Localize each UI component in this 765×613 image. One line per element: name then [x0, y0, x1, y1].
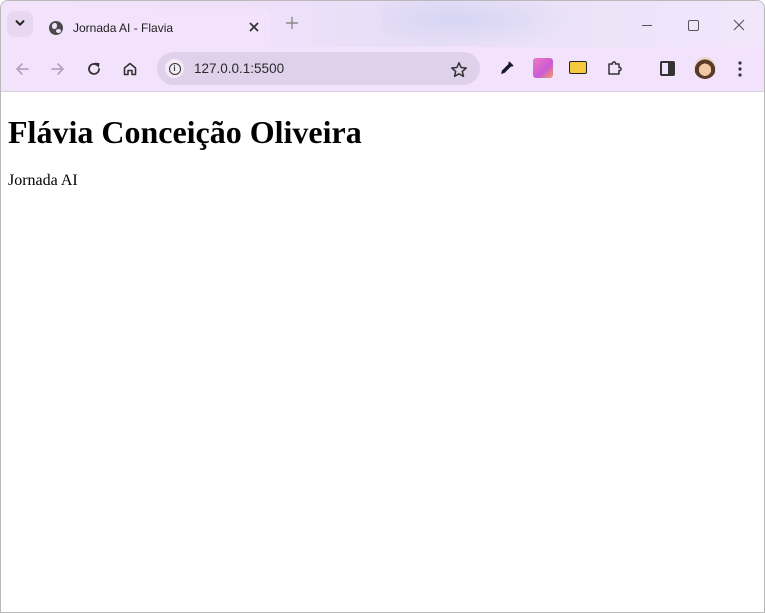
url-text[interactable]: 127.0.0.1:5500 [194, 61, 284, 76]
maximize-button[interactable] [680, 11, 706, 37]
address-bar[interactable]: i 127.0.0.1:5500 [157, 52, 480, 85]
tab-active[interactable]: Jornada AI - Flavia [37, 9, 271, 47]
browser-window: Jornada AI - Flavia i 127.0.0.1:5500 Flá… [0, 0, 765, 613]
plus-icon [285, 16, 299, 30]
new-tab-button[interactable] [282, 14, 302, 34]
eyedropper-extension-button[interactable] [497, 58, 517, 78]
forward-arrow-icon [51, 62, 64, 75]
folder-extension-icon[interactable] [569, 61, 587, 74]
minimize-icon [642, 24, 652, 26]
tab-strip: Jornada AI - Flavia [1, 1, 764, 47]
extensions-button[interactable] [605, 58, 625, 78]
window-close-button[interactable] [726, 11, 752, 37]
tab-search-button[interactable] [7, 11, 33, 37]
reload-icon [88, 62, 100, 75]
reload-button[interactable] [80, 55, 108, 83]
page-content: Flávia Conceição Oliveira Jornada AI [1, 92, 764, 612]
more-vert-icon [738, 61, 742, 77]
side-panel-icon[interactable] [660, 61, 675, 76]
site-info-button[interactable]: i [165, 59, 184, 78]
home-button[interactable] [116, 55, 144, 83]
browser-menu-button[interactable] [730, 56, 750, 80]
minimize-button[interactable] [634, 11, 660, 37]
browser-toolbar: i 127.0.0.1:5500 [1, 47, 764, 92]
avatar-icon[interactable] [694, 57, 716, 79]
maximize-icon [687, 19, 699, 31]
back-arrow-icon [16, 62, 29, 75]
globe-icon [49, 21, 63, 35]
back-button[interactable] [8, 55, 36, 83]
puzzle-icon [608, 60, 622, 75]
eyedropper-icon [501, 61, 514, 74]
page-heading: Flávia Conceição Oliveira [8, 114, 362, 150]
close-icon [249, 22, 259, 32]
bookmark-button[interactable] [450, 57, 468, 79]
close-icon [733, 19, 745, 31]
page-paragraph: Jornada AI [8, 172, 78, 189]
tab-title: Jornada AI - Flavia [73, 21, 174, 35]
forward-button[interactable] [44, 55, 72, 83]
tab-close-button[interactable] [245, 19, 263, 37]
info-icon: i [168, 62, 181, 75]
gradient-extension-icon[interactable] [533, 58, 553, 78]
star-icon [451, 61, 467, 77]
home-icon [123, 62, 137, 76]
chevron-down-icon [14, 17, 26, 32]
